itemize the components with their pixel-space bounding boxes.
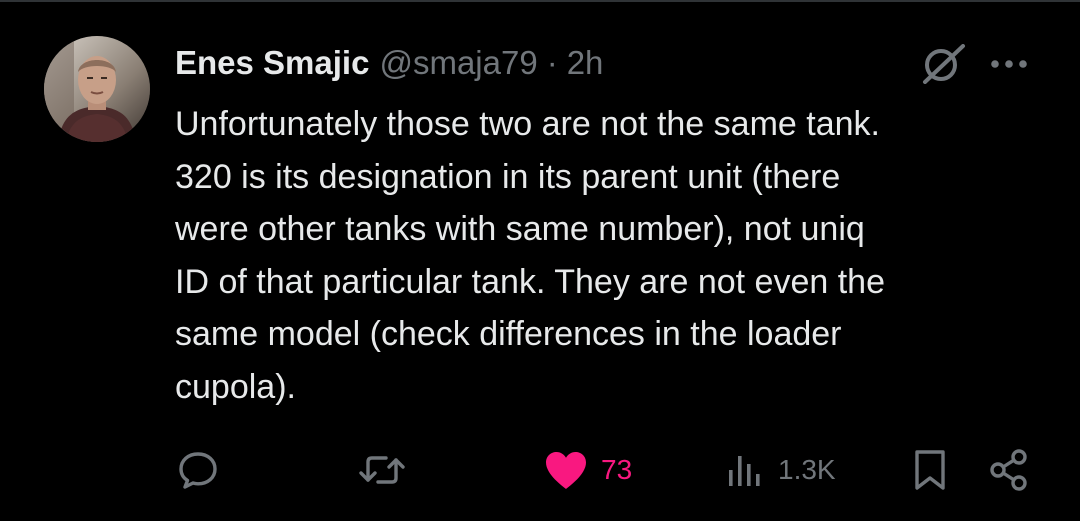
tweet-timestamp[interactable]: 2h — [567, 44, 604, 82]
tweet-text-line: Unfortunately those two are not the same… — [175, 105, 880, 143]
separator-dot: · — [546, 44, 558, 81]
reply-icon — [179, 452, 217, 489]
grok-icon[interactable] — [913, 44, 969, 84]
like-button[interactable]: 73 — [543, 440, 632, 500]
views-icon — [729, 456, 760, 486]
views-count: 1.3K — [778, 454, 836, 485]
retweet-icon — [359, 456, 405, 484]
views-button[interactable]: 1.3K — [724, 440, 836, 500]
tweet-text-line: same model (check differences in the loa… — [175, 315, 842, 353]
tweet-text-line: were other tanks with same number), not … — [175, 210, 865, 248]
tweet-text-line: ID of that particular tank. They are not… — [175, 262, 885, 301]
bookmark-button[interactable] — [910, 440, 950, 500]
tweet-header: Enes Smajic @smaja79 · 2h — [175, 40, 603, 86]
like-count: 73 — [601, 454, 633, 485]
avatar[interactable] — [44, 36, 150, 142]
author-name[interactable]: Enes Smajic — [175, 44, 369, 82]
heart-icon — [546, 452, 586, 489]
tweet-text-line: 320 is its designation in its parent uni… — [175, 157, 841, 196]
author-handle[interactable]: @smaja79 — [379, 44, 537, 82]
reply-button[interactable] — [176, 440, 220, 500]
more-options-icon[interactable] — [985, 46, 1033, 82]
retweet-button[interactable] — [356, 440, 408, 500]
share-button[interactable] — [986, 440, 1032, 500]
tweet-card[interactable]: Enes Smajic @smaja79 · 2h Unfortunately … — [0, 0, 1080, 521]
share-icon — [990, 449, 1027, 491]
tweet-text: Unfortunately those two are not the same… — [175, 98, 1055, 413]
bookmark-icon — [915, 450, 945, 490]
action-bar: 73 1.3K — [0, 440, 1080, 500]
tweet-text-line: cupola). — [175, 367, 296, 406]
